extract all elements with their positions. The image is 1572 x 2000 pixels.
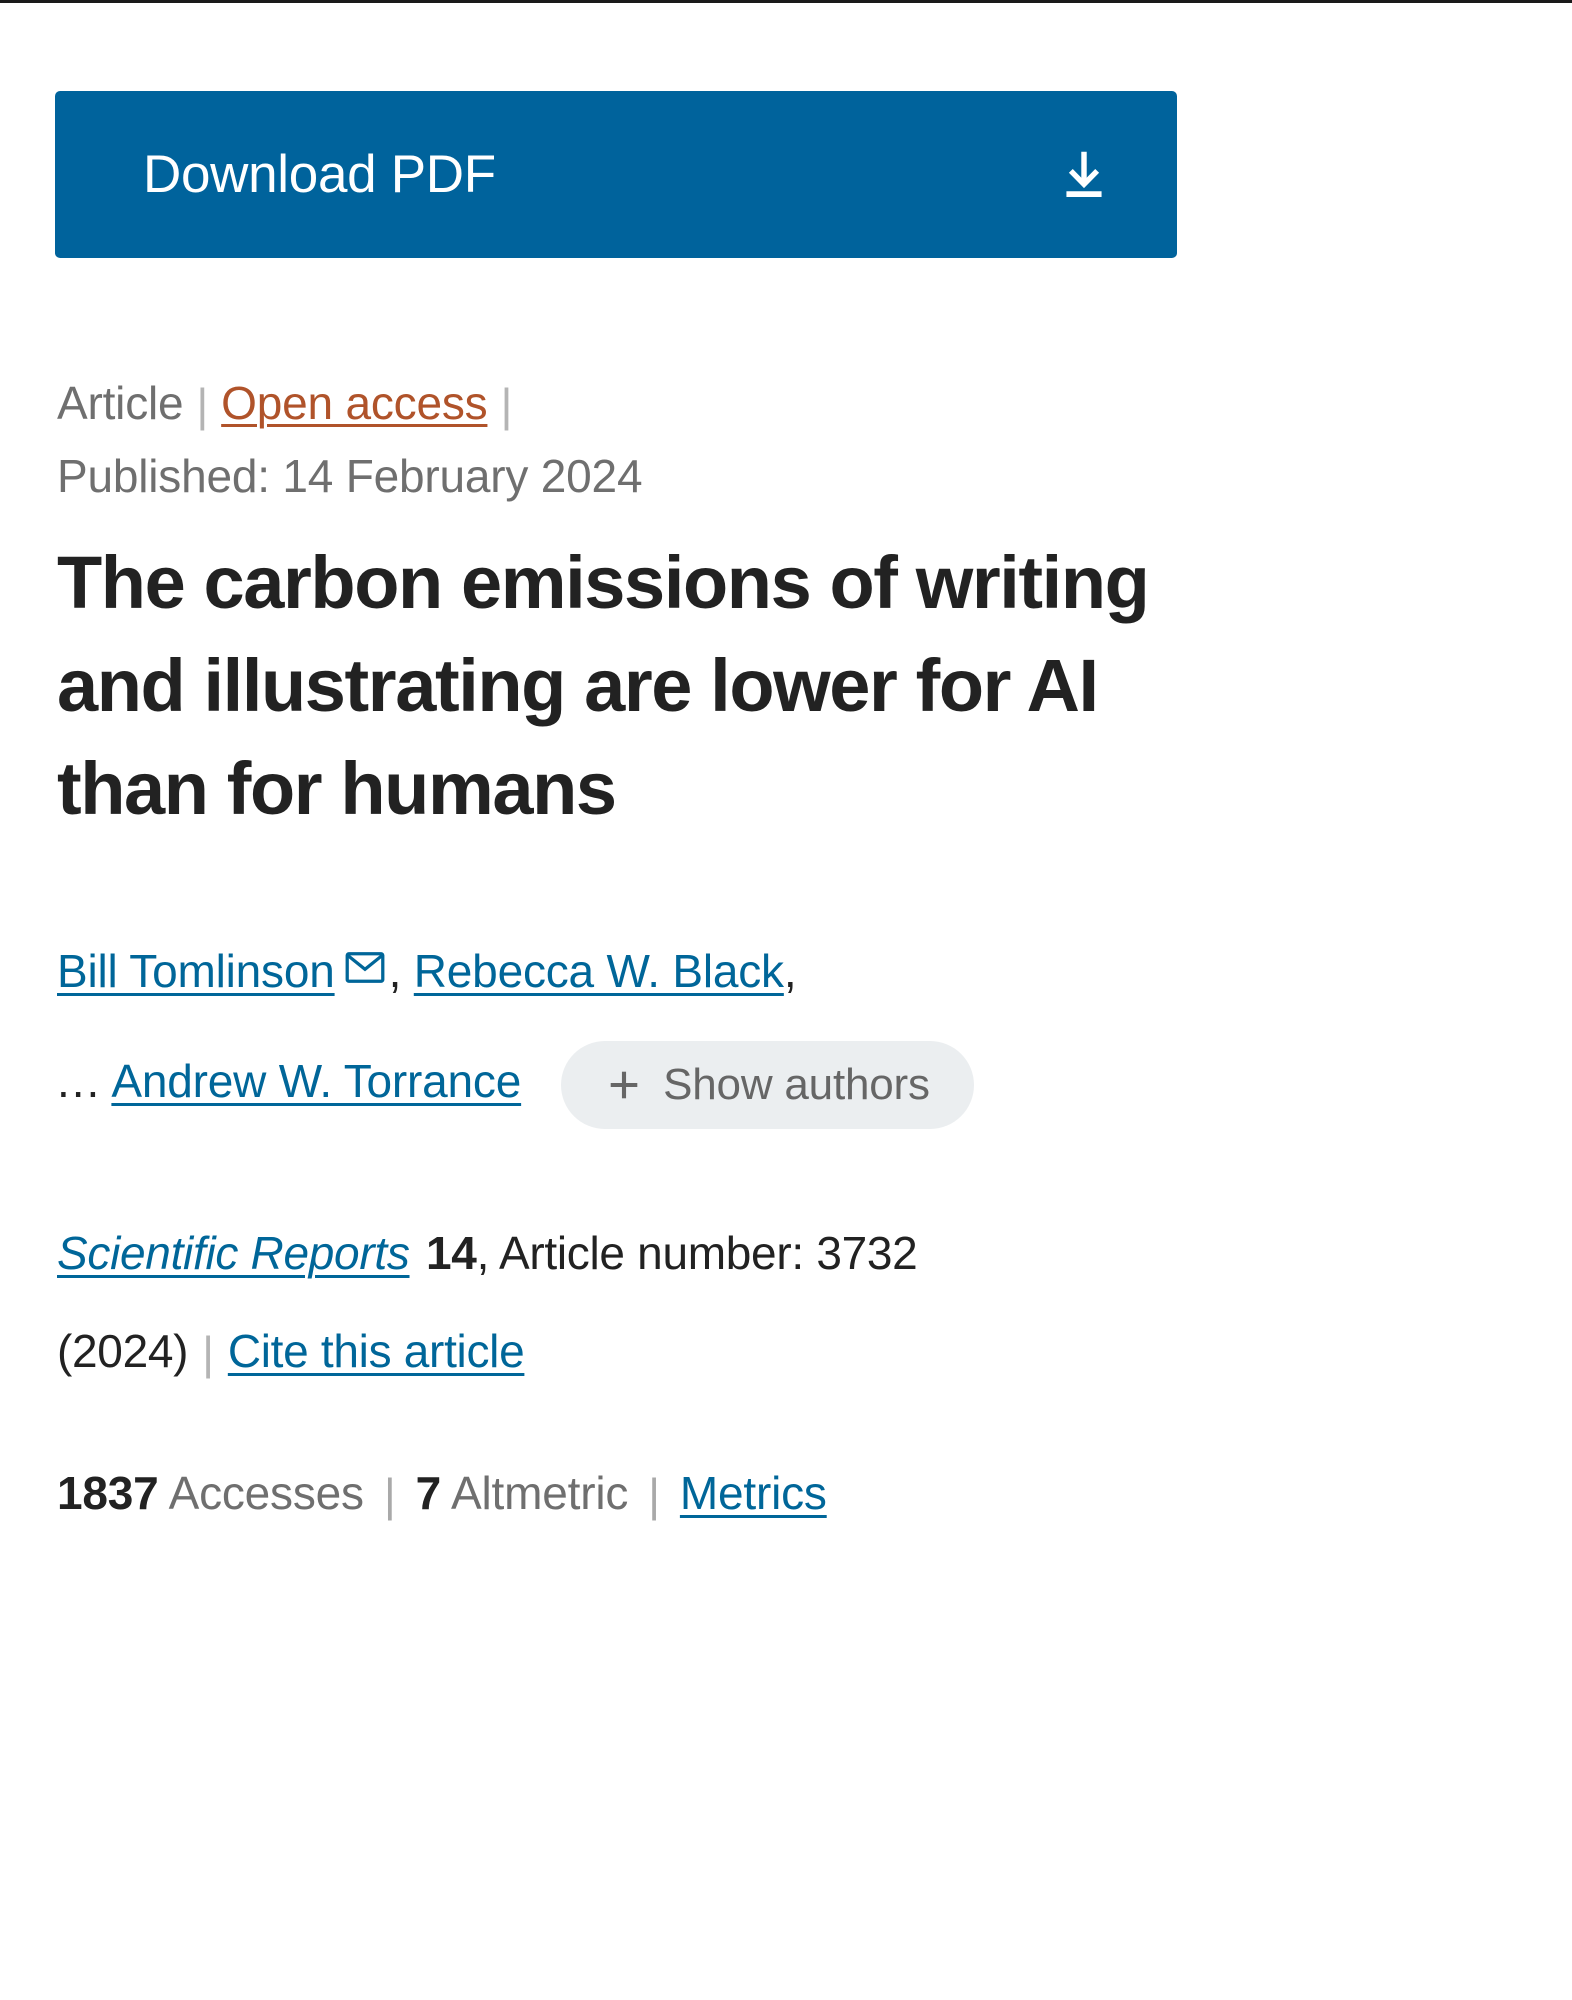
journal-volume: 14 — [426, 1227, 477, 1279]
altmetric-label: Altmetric — [451, 1467, 629, 1519]
journal-citation: Scientific Reports 14, Article number: 3… — [57, 1204, 1237, 1400]
published-date: Published: 14 February 2024 — [57, 450, 643, 502]
article-content-column: Article | Open access | Published: 14 Febru… — [57, 367, 1237, 1528]
meta-separator-1: | — [196, 379, 209, 431]
download-pdf-button[interactable]: Download PDF — [55, 91, 1177, 258]
download-icon — [1053, 144, 1115, 206]
authors-ellipsis: ... — [57, 1055, 102, 1107]
accesses-count: 1837 — [57, 1467, 159, 1519]
author-list: Bill Tomlinson, Rebecca W. Black, ... An… — [57, 912, 1237, 1136]
article-header-page: Download PDF Article | Open access | Publis… — [0, 0, 1572, 2000]
journal-name-link[interactable]: Scientific Reports — [57, 1227, 414, 1279]
journal-year: (2024) — [57, 1325, 189, 1377]
author-link-rebecca-w-black[interactable]: Rebecca W. Black — [414, 945, 784, 997]
metrics-separator-1: | — [383, 1469, 396, 1521]
author-comma-1: , — [388, 945, 402, 997]
article-meta-line: Article | Open access | — [57, 367, 1237, 439]
show-authors-button[interactable]: Show authors — [561, 1040, 974, 1129]
author-comma-2: , — [783, 945, 797, 997]
article-type-label: Article — [57, 377, 184, 429]
meta-separator-2: | — [500, 379, 513, 431]
article-metrics: 1837 Accesses | 7 Altmetric | Metrics — [57, 1458, 1237, 1528]
metrics-separator-2: | — [648, 1469, 660, 1521]
envelope-icon[interactable] — [345, 912, 385, 983]
journal-separator: | — [202, 1327, 214, 1379]
page-top-rule — [0, 0, 1572, 3]
download-pdf-label: Download PDF — [143, 145, 496, 204]
open-access-link[interactable]: Open access — [221, 377, 487, 429]
plus-icon — [605, 1066, 643, 1104]
page-title: The carbon emissions of writing and illu… — [57, 541, 1150, 830]
show-authors-label: Show authors — [663, 1059, 930, 1109]
author-link-andrew-w-torrance[interactable]: Andrew W. Torrance — [111, 1055, 521, 1107]
journal-article-number: , Article number: 3732 — [476, 1227, 918, 1279]
author-link-bill-tomlinson[interactable]: Bill Tomlinson — [57, 945, 335, 997]
metrics-link[interactable]: Metrics — [680, 1467, 827, 1519]
cite-this-article-link[interactable]: Cite this article — [228, 1325, 525, 1377]
altmetric-count: 7 — [415, 1467, 442, 1519]
accesses-label: Accesses — [168, 1467, 364, 1519]
